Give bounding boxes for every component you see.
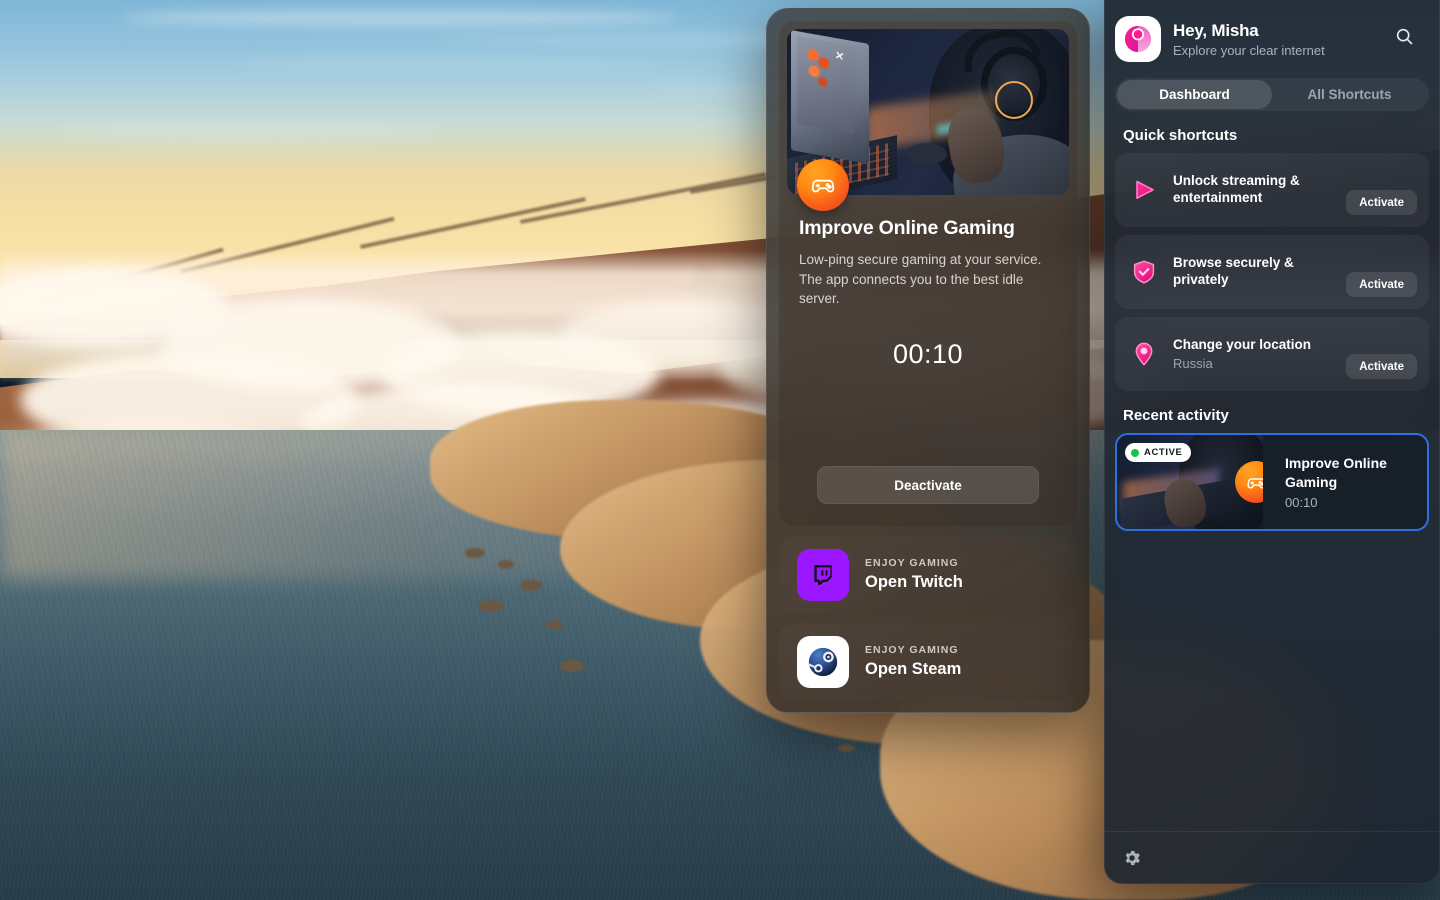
recent-activity-item[interactable]: ACTIVE Improve Online Gaming 00:10	[1115, 433, 1429, 531]
app-sidebar-panel: Hey, Misha Explore your clear internet D…	[1104, 0, 1440, 884]
recent-activity-info: Improve Online Gaming 00:10	[1263, 454, 1410, 509]
shortcut-title: Open Twitch	[865, 573, 963, 591]
wallpaper-rock	[560, 660, 584, 672]
shortcut-row-text: ENJOY GAMING Open Twitch	[865, 557, 963, 592]
greeting-text: Hey, Misha	[1173, 20, 1259, 40]
sidebar-header: Hey, Misha Explore your clear internet	[1105, 0, 1439, 62]
recent-activity-heading: Recent activity	[1123, 407, 1229, 424]
wallpaper-cloud-streak	[60, 120, 440, 142]
wallpaper-cloud-streak	[240, 58, 660, 68]
wallpaper-rock	[545, 620, 563, 629]
feature-card-main: ✕ Improve Online Gaming Low-ping secure …	[779, 21, 1077, 526]
hero-highlight-ring	[995, 81, 1033, 119]
recent-activity-time: 00:10	[1285, 494, 1318, 510]
activate-button[interactable]: Activate	[1346, 190, 1417, 215]
quick-shortcuts-heading: Quick shortcuts	[1123, 127, 1238, 144]
hero-screen-marker: ✕	[834, 49, 845, 64]
gear-icon[interactable]	[1121, 847, 1143, 869]
quick-shortcut-browse-securely[interactable]: Browse securely & privately Activate	[1115, 235, 1429, 309]
quick-shortcut-label: Unlock streaming & entertainment	[1173, 173, 1300, 205]
app-logo-icon	[1115, 16, 1161, 62]
shortcut-row-steam[interactable]: ENJOY GAMING Open Steam	[779, 623, 1077, 700]
status-dot	[1131, 448, 1139, 457]
wallpaper-rock	[520, 580, 542, 591]
shortcut-row-twitch[interactable]: ENJOY GAMING Open Twitch	[779, 536, 1077, 613]
quick-shortcut-unlock-streaming[interactable]: Unlock streaming & entertainment Activat…	[1115, 153, 1429, 227]
sidebar-footer	[1105, 831, 1439, 883]
feature-timer: 00:10	[892, 338, 964, 369]
activate-button[interactable]: Activate	[1346, 272, 1417, 297]
feature-description: Low-ping secure gaming at your service. …	[799, 252, 1042, 307]
quick-shortcuts-list: Unlock streaming & entertainment Activat…	[1105, 153, 1439, 391]
sidebar-tabbar: Dashboard All Shortcuts	[1115, 78, 1429, 111]
quick-shortcut-label: Change your location	[1173, 337, 1312, 353]
greeting-subtitle: Explore your clear internet	[1173, 42, 1325, 58]
wallpaper-rock	[838, 744, 854, 752]
shield-check-icon	[1129, 257, 1159, 287]
quick-shortcut-label: Browse securely & privately	[1173, 255, 1294, 287]
activate-button[interactable]: Activate	[1346, 354, 1417, 379]
sidebar-greeting-block: Hey, Misha Explore your clear internet	[1173, 21, 1325, 58]
recent-activity-thumbnail: ACTIVE	[1117, 435, 1263, 529]
tab-all-shortcuts[interactable]: All Shortcuts	[1272, 80, 1427, 109]
twitch-icon	[797, 548, 849, 601]
search-icon[interactable]	[1394, 26, 1415, 52]
tab-dashboard[interactable]: Dashboard	[1117, 80, 1272, 109]
shortcut-kicker: ENJOY GAMING	[865, 644, 959, 656]
recent-activity-list: ACTIVE Improve Online Gaming 00:10	[1105, 433, 1439, 531]
gamepad-icon	[797, 159, 849, 211]
hero-mouse	[907, 143, 947, 165]
feature-card-panel: ✕ Improve Online Gaming Low-ping secure …	[766, 8, 1090, 713]
status-badge: ACTIVE	[1125, 443, 1192, 462]
wallpaper-cloud-streak	[120, 10, 680, 26]
shortcut-row-text: ENJOY GAMING Open Steam	[865, 644, 961, 679]
status-text: ACTIVE	[1144, 447, 1183, 458]
shortcut-kicker: ENJOY GAMING	[865, 557, 959, 569]
hero-screen-content	[807, 47, 831, 93]
wallpaper-rock	[478, 600, 504, 612]
play-icon	[1129, 175, 1159, 205]
shortcut-title: Open Steam	[865, 660, 962, 678]
recent-activity-title: Improve Online Gaming	[1285, 455, 1387, 490]
wallpaper-rock	[465, 548, 485, 558]
deactivate-button[interactable]: Deactivate	[817, 466, 1039, 504]
hero-laptop: ✕	[791, 30, 869, 164]
steam-icon	[797, 635, 849, 688]
feature-title: Improve Online Gaming	[799, 217, 1015, 239]
hero-laptop-screen: ✕	[797, 36, 855, 135]
wallpaper-rock	[498, 560, 514, 569]
location-pin-icon	[1129, 339, 1159, 369]
quick-shortcut-change-location[interactable]: Change your location Russia Activate	[1115, 317, 1429, 391]
